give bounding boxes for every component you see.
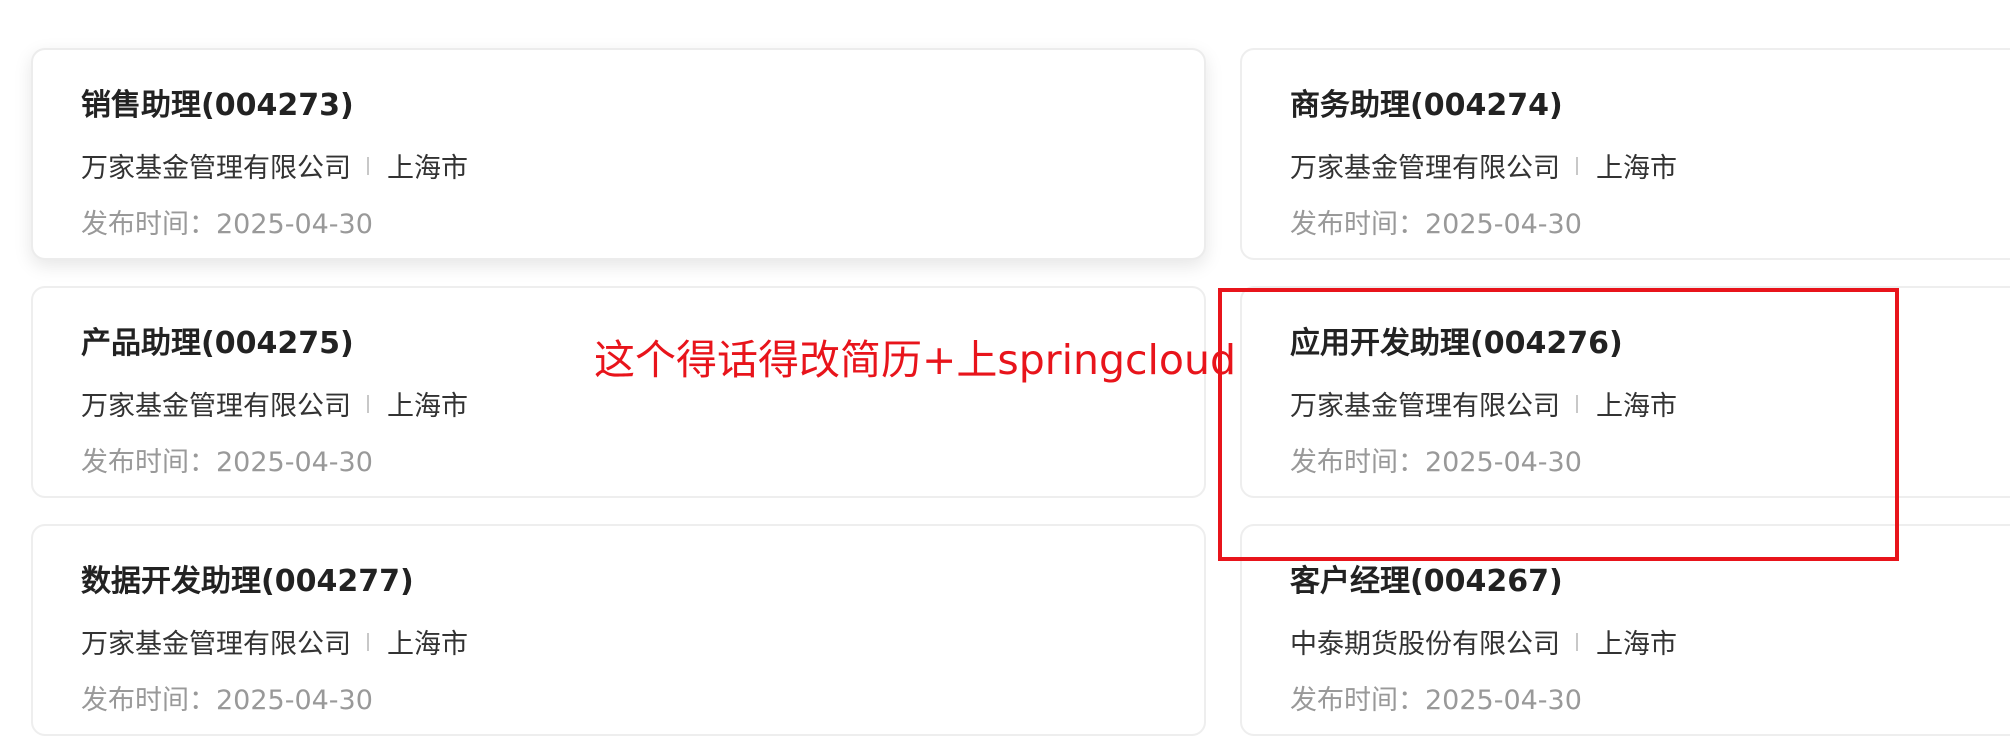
company-name: 万家基金管理有限公司: [81, 629, 351, 660]
company-name: 万家基金管理有限公司: [81, 153, 351, 184]
publish-time: 发布时间：2025-04-30: [1290, 440, 1582, 479]
publish-date: 2025-04-30: [216, 685, 373, 716]
job-card[interactable]: 产品助理(004275) 万家基金管理有限公司 上海市 发布时间：2025-04…: [31, 286, 1206, 498]
job-card[interactable]: 客户经理(004267) 中泰期货股份有限公司 上海市 发布时间：2025-04…: [1240, 524, 2010, 736]
job-card[interactable]: 商务助理(004274) 万家基金管理有限公司 上海市 发布时间：2025-04…: [1240, 48, 2010, 260]
job-card[interactable]: 销售助理(004273) 万家基金管理有限公司 上海市 发布时间：2025-04…: [31, 48, 1206, 260]
job-title[interactable]: 产品助理(004275): [81, 318, 354, 362]
job-meta: 万家基金管理有限公司 上海市: [1290, 384, 1677, 423]
job-meta: 万家基金管理有限公司 上海市: [1290, 146, 1677, 185]
publish-date: 2025-04-30: [1425, 685, 1582, 716]
publish-time: 发布时间：2025-04-30: [81, 202, 373, 241]
publish-date: 2025-04-30: [1425, 447, 1582, 478]
job-city: 上海市: [1596, 153, 1677, 184]
publish-label: 发布时间：: [1290, 685, 1425, 716]
job-title[interactable]: 应用开发助理(004276): [1290, 318, 1623, 362]
company-name: 万家基金管理有限公司: [1290, 391, 1560, 422]
publish-label: 发布时间：: [1290, 447, 1425, 478]
job-city: 上海市: [387, 153, 468, 184]
meta-divider: [367, 632, 369, 651]
meta-divider: [367, 156, 369, 175]
publish-label: 发布时间：: [81, 685, 216, 716]
job-city: 上海市: [1596, 629, 1677, 660]
job-title[interactable]: 商务助理(004274): [1290, 80, 1563, 124]
company-name: 万家基金管理有限公司: [81, 391, 351, 422]
job-meta: 万家基金管理有限公司 上海市: [81, 384, 468, 423]
publish-time: 发布时间：2025-04-30: [1290, 202, 1582, 241]
meta-divider: [1576, 156, 1578, 175]
job-meta: 万家基金管理有限公司 上海市: [81, 622, 468, 661]
job-title[interactable]: 客户经理(004267): [1290, 556, 1563, 600]
job-title[interactable]: 数据开发助理(004277): [81, 556, 414, 600]
annotation-note: 这个得话得改简历+上springcloud: [594, 336, 1237, 384]
publish-date: 2025-04-30: [216, 447, 373, 478]
job-city: 上海市: [387, 391, 468, 422]
meta-divider: [1576, 394, 1578, 413]
job-card[interactable]: 应用开发助理(004276) 万家基金管理有限公司 上海市 发布时间：2025-…: [1240, 286, 2010, 498]
publish-time: 发布时间：2025-04-30: [81, 678, 373, 717]
job-meta: 万家基金管理有限公司 上海市: [81, 146, 468, 185]
publish-label: 发布时间：: [81, 209, 216, 240]
meta-divider: [1576, 632, 1578, 651]
publish-time: 发布时间：2025-04-30: [81, 440, 373, 479]
meta-divider: [367, 394, 369, 413]
job-city: 上海市: [387, 629, 468, 660]
company-name: 万家基金管理有限公司: [1290, 153, 1560, 184]
publish-label: 发布时间：: [1290, 209, 1425, 240]
job-title[interactable]: 销售助理(004273): [81, 80, 354, 124]
publish-label: 发布时间：: [81, 447, 216, 478]
job-city: 上海市: [1596, 391, 1677, 422]
job-card[interactable]: 数据开发助理(004277) 万家基金管理有限公司 上海市 发布时间：2025-…: [31, 524, 1206, 736]
job-meta: 中泰期货股份有限公司 上海市: [1290, 622, 1677, 661]
publish-date: 2025-04-30: [1425, 209, 1582, 240]
company-name: 中泰期货股份有限公司: [1290, 629, 1560, 660]
publish-time: 发布时间：2025-04-30: [1290, 678, 1582, 717]
publish-date: 2025-04-30: [216, 209, 373, 240]
